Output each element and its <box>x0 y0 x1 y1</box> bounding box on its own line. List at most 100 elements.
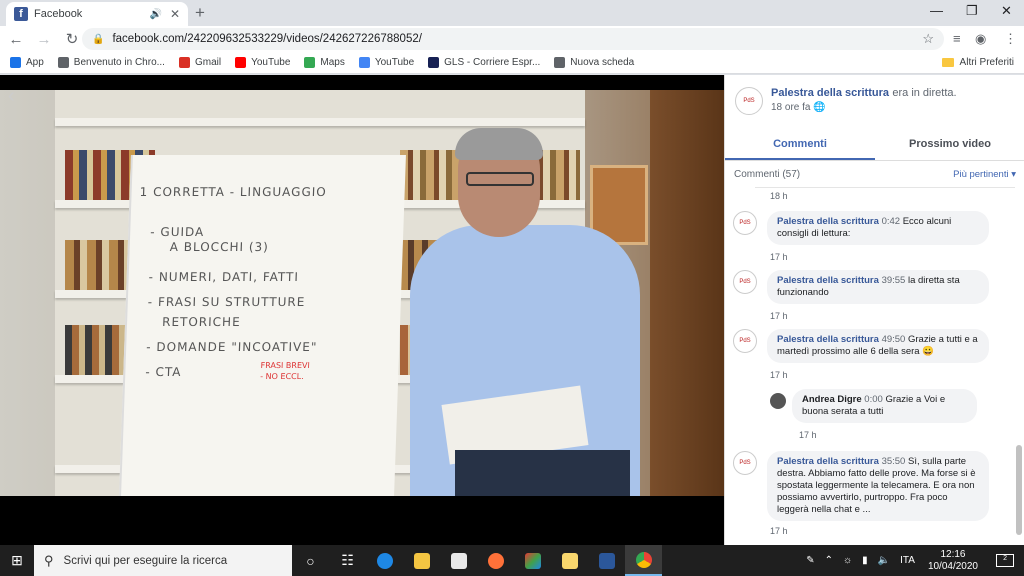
chevron-up-icon[interactable]: ⌃ <box>825 555 833 566</box>
volume-icon[interactable]: 🔈 <box>878 555 890 566</box>
restore-icon[interactable]: ❐ <box>966 3 978 19</box>
video-frame[interactable]: 1 CORRETTA - LINGUAGGIO - GUIDA A BLOCCHI… <box>0 90 724 496</box>
tab-next-video[interactable]: Prossimo video <box>875 133 1024 160</box>
edge-icon[interactable] <box>366 545 403 576</box>
people-icon[interactable]: ✎ <box>806 555 814 566</box>
bookmark-item[interactable]: Gmail <box>178 57 221 68</box>
gmail-icon <box>178 57 190 68</box>
bookmark-star-icon[interactable]: ☆ <box>922 31 934 47</box>
search-placeholder[interactable]: Scrivi qui per eseguire la ricerca <box>64 555 228 567</box>
comment-bubble: Palestra della scrittura 0:42 Ecco alcun… <box>767 211 989 245</box>
clock[interactable]: 12:16 10/04/2020 <box>928 549 978 573</box>
sort-dropdown-label: Più pertinenti <box>953 169 1009 180</box>
speaker-icon[interactable]: 🔊 <box>149 9 161 20</box>
reply-timestamp[interactable]: 0:00 <box>864 394 883 405</box>
video-player[interactable]: 1 CORRETTA - LINGUAGGIO - GUIDA A BLOCCHI… <box>0 75 724 545</box>
comment-time[interactable]: 17 h <box>770 311 788 321</box>
system-tray: ✎ ⌃ ☼ ▮ 🔈 ITA 12:16 10/04/2020 2 <box>801 545 1024 576</box>
comment-time[interactable]: 17 h <box>770 526 788 536</box>
bookmark-item[interactable]: GLS - Corriere Espr... <box>428 57 540 68</box>
profile-avatar-icon[interactable]: ◉ <box>975 31 986 47</box>
replier-avatar[interactable] <box>770 393 786 409</box>
menu-kebab-icon[interactable]: ⋮ <box>1004 31 1017 47</box>
word-icon[interactable] <box>588 545 625 576</box>
globe-icon <box>554 57 566 68</box>
comment-author[interactable]: Palestra della scrittura <box>777 456 879 467</box>
new-tab-button[interactable]: + <box>195 3 205 23</box>
mail-icon[interactable] <box>551 545 588 576</box>
store-icon[interactable] <box>440 545 477 576</box>
browser-tab[interactable]: f Facebook 🔊 ✕ <box>6 2 188 26</box>
comment-time[interactable]: 18 h <box>770 191 788 201</box>
file-explorer-icon[interactable] <box>403 545 440 576</box>
windows-start-icon[interactable]: ⊞ <box>0 552 34 569</box>
bookmark-item[interactable]: Maps <box>304 57 345 68</box>
chrome-icon[interactable] <box>625 545 662 576</box>
notification-count: 2 <box>1003 555 1007 562</box>
window-close-icon[interactable]: ✕ <box>1001 3 1012 19</box>
forward-icon[interactable]: → <box>32 31 56 48</box>
bookmark-item[interactable]: YouTube <box>358 57 414 68</box>
commenter-avatar[interactable]: PdS <box>733 329 757 353</box>
reply-author[interactable]: Andrea Digre <box>802 394 862 405</box>
commenter-avatar[interactable]: PdS <box>733 211 757 235</box>
comment-author[interactable]: Palestra della scrittura <box>777 275 879 286</box>
comment-list[interactable]: 18 h PdS Palestra della scrittura 0:42 E… <box>725 185 1015 545</box>
maps-icon <box>304 57 316 68</box>
commenter-avatar[interactable]: PdS <box>733 451 757 475</box>
post-time[interactable]: 18 ore fa <box>771 102 810 113</box>
comment-timestamp[interactable]: 35:50 <box>882 456 906 467</box>
scrollbar[interactable] <box>1016 445 1022 535</box>
bookmark-label: Benvenuto in Chro... <box>73 57 165 68</box>
address-bar[interactable]: 🔒 facebook.com/242209632533229/videos/24… <box>82 28 944 50</box>
bookmark-label: Maps <box>320 57 345 68</box>
close-tab-icon[interactable]: ✕ <box>170 7 180 21</box>
bookmark-item[interactable]: App <box>10 57 44 68</box>
comment-time[interactable]: 17 h <box>770 252 788 262</box>
media-control-icon[interactable]: ≡ <box>953 31 961 46</box>
reload-icon[interactable]: ↻ <box>60 30 84 48</box>
bookmark-label: YouTube <box>251 57 291 68</box>
comment-author[interactable]: Palestra della scrittura <box>777 334 879 345</box>
battery-icon[interactable]: ▮ <box>862 555 868 566</box>
flipchart-line: - FRASI SU STRUTTURE <box>147 295 306 309</box>
bookmark-label: GLS - Corriere Espr... <box>444 57 541 68</box>
minimize-icon[interactable]: — <box>930 3 943 18</box>
comment-timestamp[interactable]: 39:55 <box>882 275 906 286</box>
comment-timestamp[interactable]: 49:50 <box>882 334 906 345</box>
bookmark-item[interactable]: Benvenuto in Chro... <box>57 57 165 68</box>
browser-toolbar: ← → ↻ 🔒 facebook.com/242209632533229/vid… <box>0 26 1024 52</box>
comment-time[interactable]: 17 h <box>770 370 788 380</box>
globe-icon <box>57 57 69 68</box>
task-view-icon[interactable]: ☷ <box>329 545 366 576</box>
language-indicator[interactable]: ITA <box>900 555 915 566</box>
cortana-icon[interactable]: ○ <box>292 545 329 576</box>
video-back-chevron-icon[interactable]: ‹ <box>8 85 15 108</box>
notification-center-icon[interactable]: 2 <box>996 554 1014 567</box>
firefox-icon[interactable] <box>477 545 514 576</box>
sort-dropdown[interactable]: Più pertinenti ▾ <box>953 169 1016 180</box>
clock-time: 12:16 <box>940 548 966 560</box>
panel-tabs: Commenti Prossimo video <box>725 133 1024 161</box>
comment-timestamp[interactable]: 0:42 <box>882 216 901 227</box>
network-icon[interactable]: ☼ <box>843 555 852 566</box>
bookmark-item[interactable]: YouTube <box>235 57 290 68</box>
flipchart-line: 1 CORRETTA - LINGUAGGIO <box>139 185 328 199</box>
other-bookmarks[interactable]: Altri Preferiti <box>941 57 1014 68</box>
back-icon[interactable]: ← <box>4 31 28 48</box>
taskbar-search[interactable]: ⚲ Scrivi qui per eseguire la ricerca <box>34 545 292 576</box>
bookmark-item[interactable]: Nuova scheda <box>554 57 634 68</box>
flipchart-note: FRASI BREVI <box>260 361 310 370</box>
page-name-link[interactable]: Palestra della scrittura <box>771 87 889 99</box>
flipchart-line: - DOMANDE "INCOATIVE" <box>146 340 318 354</box>
commenter-avatar[interactable]: PdS <box>733 270 757 294</box>
lock-icon[interactable]: 🔒 <box>92 34 104 45</box>
reply-time[interactable]: 17 h <box>799 430 817 440</box>
comment-author[interactable]: Palestra della scrittura <box>777 216 879 227</box>
url-text[interactable]: facebook.com/242209632533229/videos/2426… <box>112 33 922 45</box>
browser-tab-strip: f Facebook 🔊 ✕ + — ❐ ✕ <box>0 0 1024 26</box>
youtube-icon <box>235 57 247 68</box>
page-avatar[interactable]: PdS <box>735 87 763 115</box>
tab-comments[interactable]: Commenti <box>725 133 875 160</box>
paint-icon[interactable] <box>514 545 551 576</box>
